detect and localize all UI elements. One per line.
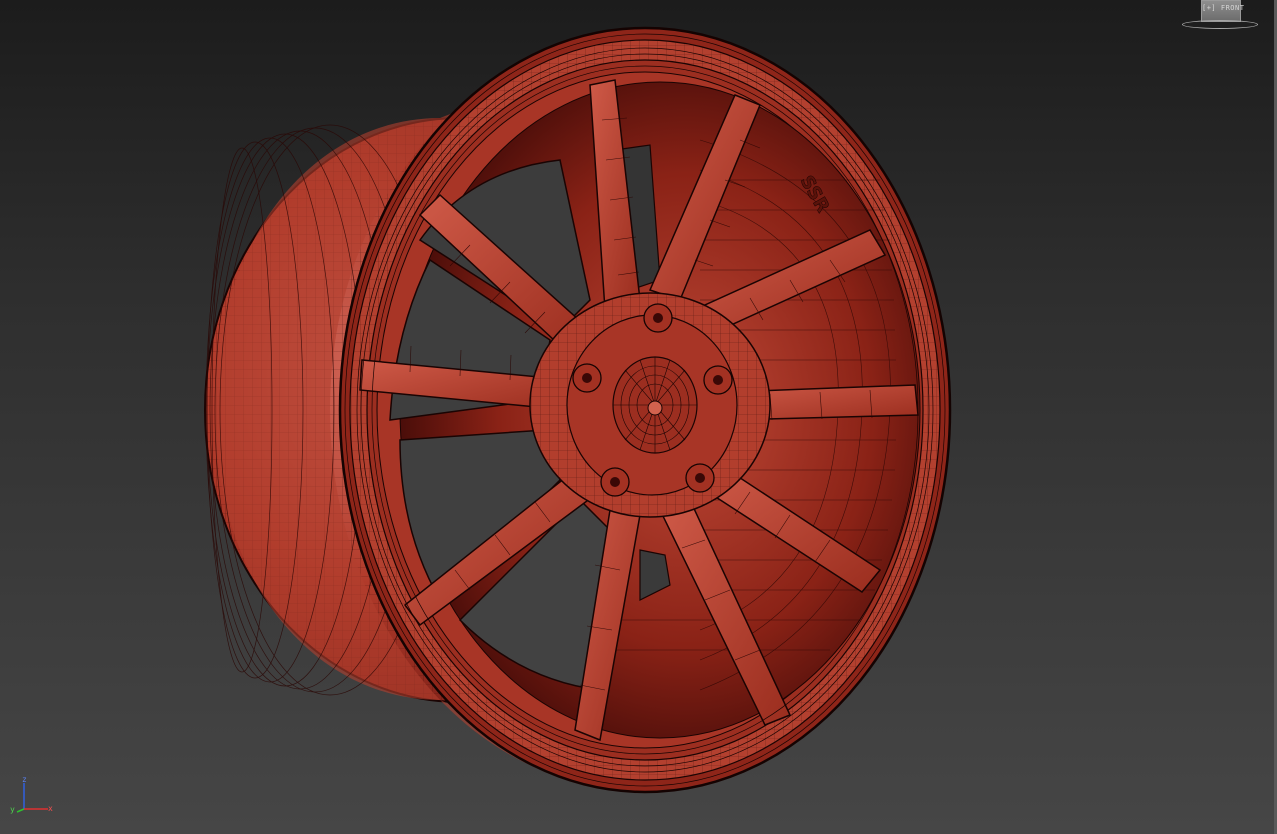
viewcube-label: [+] FRONT [1202,4,1245,12]
axis-tripod: z x y [8,776,58,816]
axis-z-label: z [22,775,27,784]
wheel-hub [529,292,771,518]
viewcube-compass-ring[interactable] [1182,20,1258,29]
viewcube-front-face[interactable]: [+] FRONT [1201,0,1245,22]
axis-y-label: y [10,805,15,814]
3d-viewport[interactable]: SSR [+] FRONT z x y [0,0,1277,834]
viewcube[interactable]: [+] FRONT [1180,0,1260,32]
wheel-rim-model[interactable]: SSR [0,0,1277,834]
axis-x-label: x [48,804,53,813]
